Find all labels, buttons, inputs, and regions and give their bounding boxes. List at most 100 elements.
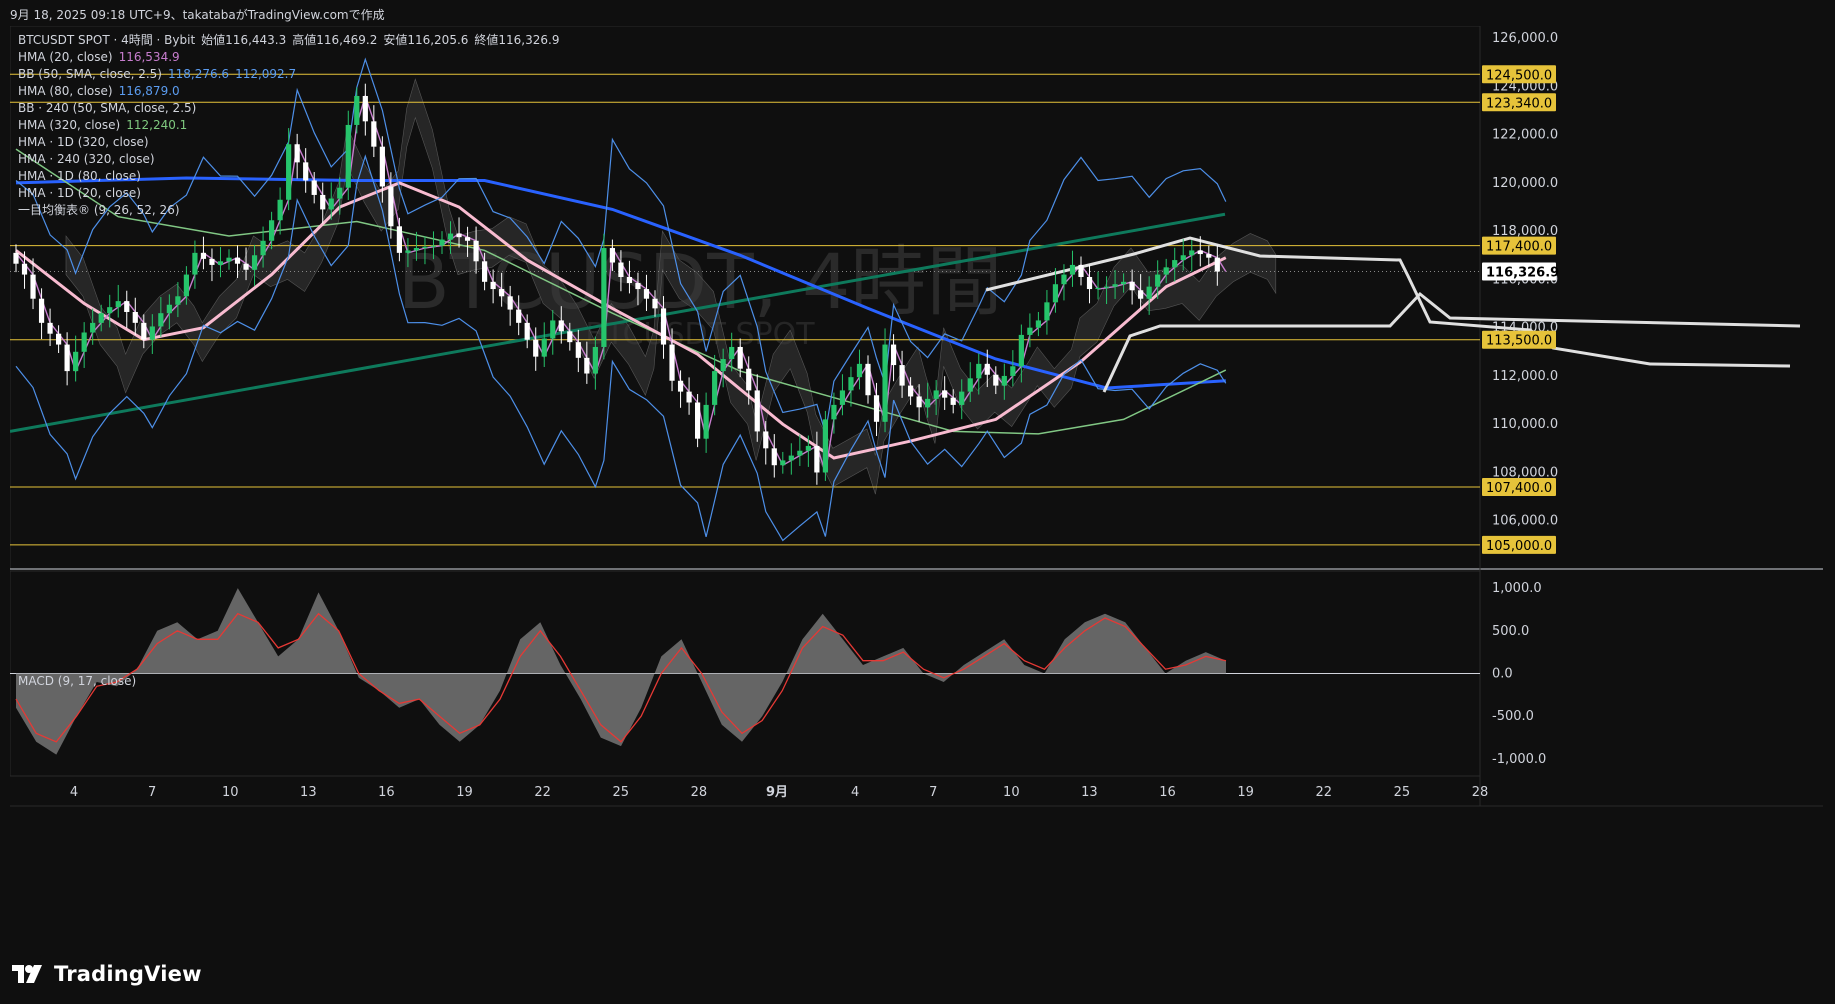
candle-body: [226, 257, 232, 262]
candle-body: [1027, 327, 1033, 335]
candle-body: [260, 240, 266, 256]
candle-body: [251, 255, 258, 270]
legend-label: HMA · 240 (320, close): [18, 152, 155, 166]
brand[interactable]: TradingView: [12, 962, 202, 986]
legend-value: 112,092.7: [235, 67, 297, 81]
legend-row[interactable]: HMA (80, close) 116,879.0: [18, 83, 559, 100]
x-tick-label: 10: [222, 785, 239, 800]
candle-body: [1095, 287, 1101, 290]
candle-body: [609, 248, 615, 263]
candle-body: [234, 257, 241, 264]
candle-body: [1163, 267, 1169, 275]
candle-body: [950, 397, 956, 405]
x-tick-label: 28: [691, 785, 708, 800]
candle-body: [899, 365, 905, 386]
macd-tick-label: 0.0: [1492, 667, 1513, 682]
x-tick-label: 16: [378, 785, 395, 800]
candle-body: [1052, 284, 1059, 303]
candle-body: [243, 263, 249, 270]
candle-body: [771, 448, 777, 466]
candle-body: [473, 240, 479, 262]
legend-label: HMA (20, close): [18, 50, 113, 64]
legend-row[interactable]: HMA · 1D (80, close): [18, 168, 559, 185]
x-tick-label: 25: [613, 785, 630, 800]
legend-row[interactable]: HMA (20, close) 116,534.9: [18, 49, 559, 66]
candle-body: [541, 338, 547, 357]
x-tick-label: 16: [1159, 785, 1176, 800]
legend-label: HMA (320, close): [18, 118, 121, 132]
candle-body: [269, 220, 275, 241]
legend-row[interactable]: BTCUSDT SPOT · 4時間 · Bybit 始値116,443.3 高値1…: [18, 32, 559, 49]
candle-body: [788, 455, 794, 461]
candle-body: [908, 385, 914, 397]
x-tick-label: 4: [851, 785, 859, 800]
legend-row[interactable]: 一目均衡表® (9, 26, 52, 26): [18, 202, 559, 219]
macd-tick-label: 1,000.0: [1492, 581, 1542, 596]
candle-body: [873, 395, 880, 422]
candle-body: [720, 359, 726, 372]
candle-body: [1189, 250, 1195, 256]
candle-body: [1018, 334, 1024, 367]
legend-row[interactable]: HMA · 1D (20, close): [18, 185, 559, 202]
candle-body: [183, 274, 189, 297]
ohlc-value: 始値116,443.3: [201, 33, 287, 47]
chart-header: 9月 18, 2025 09:18 UTC+9、takatabaがTrading…: [10, 8, 385, 22]
candle-body: [30, 274, 36, 299]
candle-body: [916, 396, 922, 408]
x-tick-label: 4: [70, 785, 78, 800]
macd-tick-label: -500.0: [1492, 709, 1534, 724]
candle-body: [763, 431, 769, 449]
candle-body: [166, 304, 172, 314]
x-tick-label: 7: [929, 785, 937, 800]
macd-legend: MACD (9, 17, close): [18, 674, 137, 688]
candle-body: [729, 346, 735, 360]
candle-body: [499, 289, 505, 297]
y-tick-label: 106,000.0: [1492, 514, 1558, 529]
legend-row[interactable]: HMA · 1D (320, close): [18, 134, 559, 151]
candle-body: [141, 322, 147, 340]
candle-body: [1155, 274, 1161, 287]
legend-label: BTCUSDT SPOT · 4時間 · Bybit: [18, 33, 196, 47]
ohlc-value: 高値116,469.2: [292, 33, 378, 47]
legend-row[interactable]: BB (50, SMA, close, 2.5) 118,276.6 112,092…: [18, 66, 559, 83]
x-tick-label: 9月: [766, 785, 788, 800]
candle-body: [1121, 281, 1127, 285]
legend-row[interactable]: BB · 240 (50, SMA, close, 2.5): [18, 100, 559, 117]
candle-body: [882, 344, 888, 422]
candle-body: [865, 363, 871, 396]
candle-body: [1180, 255, 1186, 261]
legend-label: 一目均衡表® (9, 26, 52, 26): [18, 203, 180, 217]
candle-body: [635, 283, 641, 290]
legend-row[interactable]: HMA (320, close) 112,240.1: [18, 117, 559, 134]
candle-body: [993, 374, 999, 386]
candle-body: [430, 245, 437, 247]
candle-body: [839, 390, 846, 405]
candle-body: [124, 301, 130, 312]
candle-body: [1197, 250, 1203, 255]
candle-body: [1086, 276, 1093, 290]
candle-body: [533, 339, 539, 357]
candle-body: [575, 342, 581, 358]
candle-body: [1172, 260, 1178, 268]
candle-body: [601, 248, 607, 347]
candle-body: [942, 390, 948, 398]
candle-body: [754, 390, 760, 432]
candle-body: [643, 289, 650, 299]
ohlc-value: 終値116,326.9: [474, 33, 560, 47]
ohlc-value: 安値116,205.6: [383, 33, 469, 47]
candle-body: [524, 322, 530, 340]
tradingview-logo-icon: [12, 965, 42, 983]
candle-body: [746, 368, 752, 391]
candle-body: [413, 248, 420, 251]
candle-body: [507, 296, 513, 310]
x-tick-label: 13: [300, 785, 317, 800]
candle-body: [848, 377, 854, 391]
candle-body: [56, 333, 62, 345]
legend-row[interactable]: HMA · 240 (320, close): [18, 151, 559, 168]
candle-body: [47, 322, 53, 334]
candle-body: [814, 445, 820, 473]
x-tick-label: 22: [534, 785, 551, 800]
y-tick-label: 112,000.0: [1492, 369, 1558, 384]
candle-body: [1061, 274, 1067, 285]
price-label: 124,500.0: [1486, 68, 1552, 83]
